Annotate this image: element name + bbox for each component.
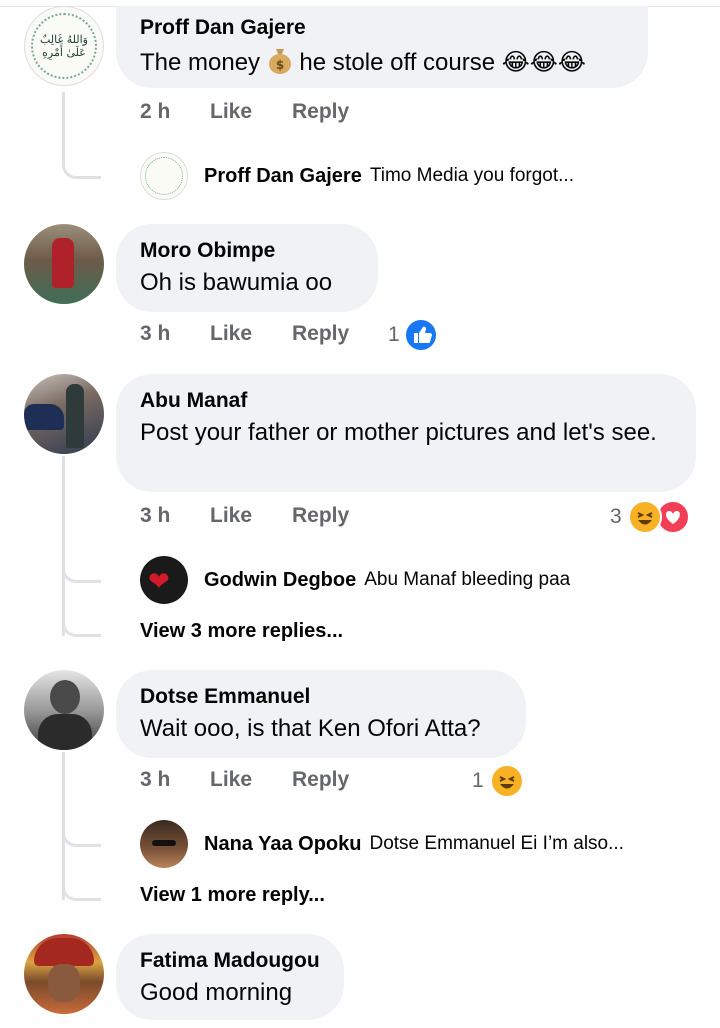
reply-avatar[interactable] (140, 820, 188, 868)
avatar[interactable] (24, 934, 104, 1014)
view-more-replies-link[interactable]: View 3 more replies... (140, 620, 343, 643)
comment-text: Oh is bawumia oo (140, 269, 333, 296)
person-body (38, 714, 92, 750)
reply-avatar[interactable] (140, 152, 188, 200)
comment-bubble: Moro Obimpe Oh is bawumia oo (116, 224, 378, 312)
calligraphy-image (145, 157, 183, 195)
haha-icon (489, 764, 524, 798)
view-more-replies-link[interactable]: View 1 more reply... (140, 884, 325, 907)
sunglasses (152, 840, 176, 846)
timestamp[interactable]: 2 h (140, 100, 170, 124)
reaction-summary[interactable]: 1 (472, 764, 524, 798)
reaction-summary[interactable]: 3 (610, 500, 690, 534)
comment-text: Wait ooo, is that Ken Ofori Atta? (140, 715, 481, 742)
thread-connector (62, 540, 101, 583)
like-button[interactable]: Like (210, 768, 252, 792)
comment-text: The money $ he stole off course 😂😂😂 (140, 46, 624, 79)
comment-bubble: Proff Dan Gajere The money $ he stole of… (116, 6, 648, 88)
reaction-count: 1 (472, 769, 484, 792)
timestamp[interactable]: 3 h (140, 504, 170, 528)
comment-text: Good morning (140, 979, 293, 1006)
reaction-summary[interactable]: 1 (388, 318, 438, 352)
avatar[interactable] (24, 374, 104, 454)
like-button[interactable]: Like (210, 504, 252, 528)
like-icon (403, 318, 438, 352)
comment-author[interactable]: Fatima Madougou (140, 948, 320, 974)
person-figure (66, 384, 84, 448)
avatar[interactable] (24, 224, 104, 304)
comment-bubble: Fatima Madougou Good morning (116, 934, 344, 1020)
reply-text[interactable]: Timo Media you forgot... (370, 165, 574, 187)
face (48, 964, 80, 1002)
comment-author[interactable]: Abu Manaf (140, 388, 672, 414)
comment-meta: 3 h Like Reply (140, 504, 460, 534)
comment-bubble: Dotse Emmanuel Wait ooo, is that Ken Ofo… (116, 670, 526, 758)
comment-meta: 3 h Like Reply (140, 768, 460, 798)
reply-author[interactable]: Proff Dan Gajere (204, 165, 362, 188)
thread-connector (62, 864, 101, 901)
thread-connector (62, 600, 101, 637)
calligraphy-image: وَاللهُ غَالِبٌ عَلَىٰ أَمْرِهِ (31, 13, 97, 79)
reply-item[interactable]: ❤ Godwin Degboe Abu Manaf bleeding paa (140, 556, 570, 604)
person-figure (50, 680, 80, 714)
comment-text-part: The money (140, 49, 267, 76)
thread-connector (62, 146, 101, 179)
laughing-emoji: 😂😂😂 (501, 49, 586, 76)
headwrap (34, 938, 94, 966)
reply-item[interactable]: Proff Dan Gajere Timo Media you forgot..… (140, 152, 574, 200)
reply-author[interactable]: Nana Yaa Opoku (204, 833, 361, 856)
thread-connector (62, 806, 101, 847)
avatar[interactable]: وَاللهُ غَالِبٌ عَلَىٰ أَمْرِهِ (24, 6, 104, 86)
reply-author[interactable]: Godwin Degboe (204, 569, 356, 592)
reply-text[interactable]: Abu Manaf bleeding paa (364, 569, 570, 591)
comment-text: Post your father or mother pictures and … (140, 419, 657, 446)
like-button[interactable]: Like (210, 100, 252, 124)
reply-item[interactable]: Nana Yaa Opoku Dotse Emmanuel Ei I’m als… (140, 820, 624, 868)
comment-author[interactable]: Dotse Emmanuel (140, 684, 502, 710)
reply-button[interactable]: Reply (292, 322, 349, 346)
comment-text-part: he stole off course (292, 49, 502, 76)
avatar[interactable] (24, 670, 104, 750)
reply-button[interactable]: Reply (292, 504, 349, 528)
car-shape (24, 404, 64, 430)
money-bag-icon: $ (267, 46, 293, 74)
reaction-count: 1 (388, 323, 400, 346)
comment-bubble: Abu Manaf Post your father or mother pic… (116, 374, 696, 492)
reply-text[interactable]: Dotse Emmanuel Ei I’m also... (369, 833, 623, 855)
reply-button[interactable]: Reply (292, 768, 349, 792)
reaction-count: 3 (610, 505, 622, 528)
person-figure (52, 238, 74, 288)
svg-text:$: $ (276, 58, 284, 72)
reply-button[interactable]: Reply (292, 100, 349, 124)
comment-author[interactable]: Proff Dan Gajere (140, 15, 624, 41)
timestamp[interactable]: 3 h (140, 322, 170, 346)
comment-meta: 2 h Like Reply (140, 100, 540, 130)
timestamp[interactable]: 3 h (140, 768, 170, 792)
thread-line (62, 92, 65, 148)
haha-icon (627, 500, 662, 534)
like-button[interactable]: Like (210, 322, 252, 346)
reply-avatar[interactable]: ❤ (140, 556, 188, 604)
heart-image: ❤ (148, 566, 170, 596)
comment-author[interactable]: Moro Obimpe (140, 238, 354, 264)
